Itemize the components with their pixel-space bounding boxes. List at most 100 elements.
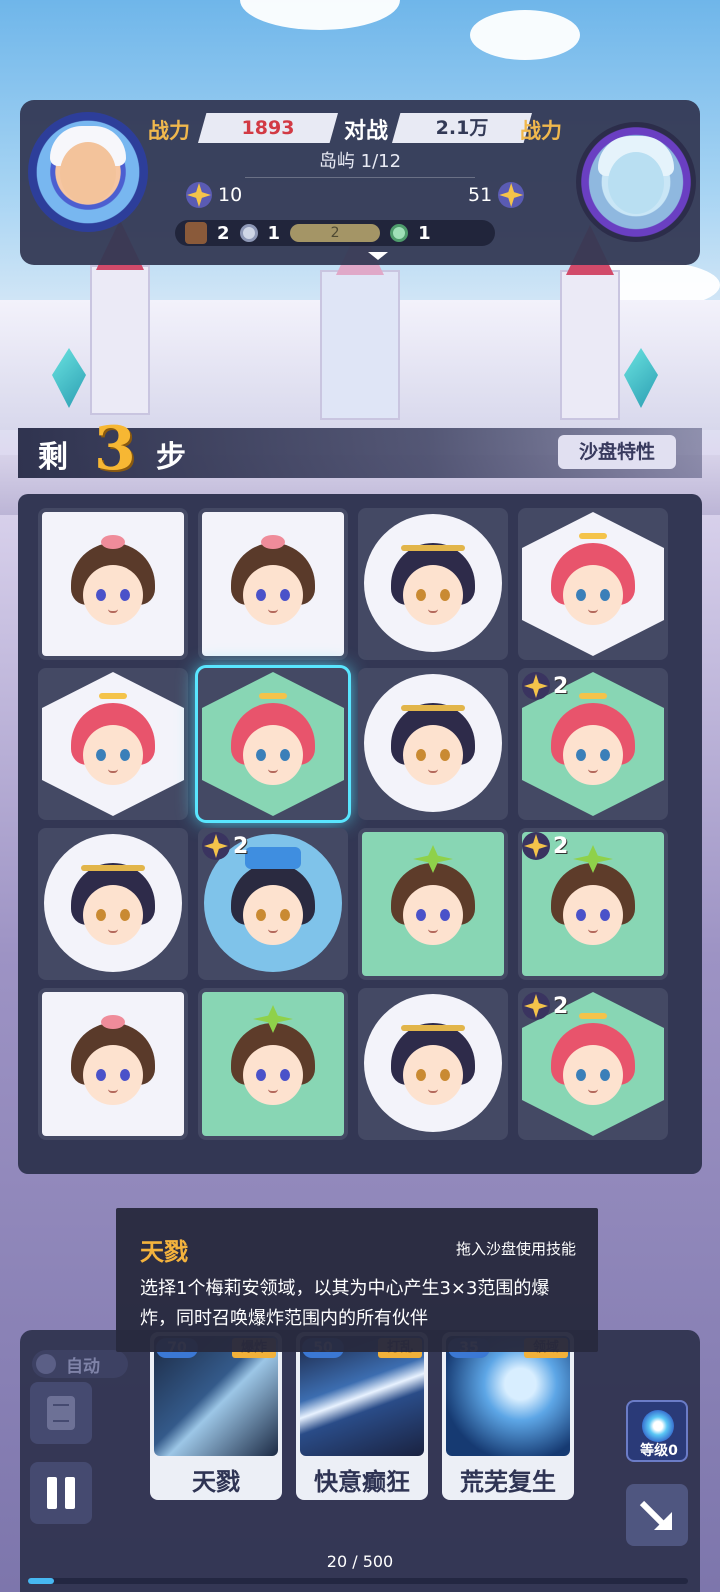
- player-power-value: 1893: [198, 113, 338, 143]
- level-label: 等级0: [640, 1443, 678, 1459]
- tooltip-description: 选择1个梅莉安领域，以其为中心产生3×3范围的爆炸，同时召唤爆炸范围内的所有伙伴: [140, 1278, 550, 1329]
- board-tile[interactable]: [38, 828, 188, 980]
- character-dark-icon: [71, 863, 155, 949]
- energy-readout: 20 / 500: [326, 1552, 394, 1571]
- character-dark-icon: [391, 1023, 475, 1109]
- board-tile[interactable]: [38, 508, 188, 660]
- character-bow-icon: [71, 535, 155, 629]
- character-dark-icon: [391, 543, 475, 629]
- tile-level: 2: [553, 833, 569, 859]
- energy-bar: [28, 1578, 688, 1584]
- energy-bar-fill: [28, 1578, 55, 1584]
- board-tile[interactable]: [518, 508, 668, 660]
- character-bow-icon: [231, 535, 315, 629]
- board-tile[interactable]: 2: [518, 988, 668, 1140]
- divider: [245, 177, 475, 178]
- opponent-star-value: 51: [468, 184, 493, 206]
- player-star-value: 10: [218, 184, 243, 206]
- skill-card-3[interactable]: 35 领域 荒芜复生: [442, 1332, 574, 1500]
- grey-badge-icon: [239, 224, 258, 242]
- player-star-count: 10: [186, 182, 242, 208]
- tile-level-badge: 2: [522, 672, 568, 700]
- collapse-handle-icon[interactable]: [368, 252, 388, 260]
- battle-header: 战力 1893 对战 2.1万 战力 岛屿 1/12 10 51 2 1 2 1: [20, 100, 700, 265]
- castle-tower: [320, 270, 400, 420]
- tile-level: 2: [553, 993, 569, 1019]
- castle-tower: [560, 270, 620, 420]
- board-tile[interactable]: [198, 508, 348, 660]
- character-bow-icon: [71, 1015, 155, 1109]
- avatar-face: [608, 152, 664, 214]
- board-tile[interactable]: [358, 508, 508, 660]
- tile-level-badge: 2: [522, 832, 568, 860]
- skill-name: 天戮: [192, 1467, 240, 1496]
- player-power-label: 战力: [148, 119, 190, 143]
- orb-icon: [642, 1410, 674, 1442]
- tile-level-badge: 2: [202, 832, 248, 860]
- avatar-face: [60, 142, 116, 204]
- skill-card-2[interactable]: 50 打乱 快意癫狂: [296, 1332, 428, 1500]
- steps-count: 3: [94, 414, 136, 484]
- character-pink-icon: [551, 1013, 635, 1109]
- board-tile[interactable]: [358, 668, 508, 820]
- opponent-avatar[interactable]: [576, 122, 696, 242]
- tile-level: 2: [553, 673, 569, 699]
- auto-label: 自动: [66, 1356, 100, 1377]
- board-tile[interactable]: [198, 668, 348, 820]
- board-tile[interactable]: 2: [518, 828, 668, 980]
- character-star-icon: [391, 845, 475, 949]
- skill-tooltip: 天戮 拖入沙盘使用技能 选择1个梅莉安领域，以其为中心产生3×3范围的爆炸，同时…: [116, 1208, 598, 1352]
- tooltip-title: 天戮: [140, 1238, 188, 1266]
- opponent-power-label: 战力: [520, 119, 562, 143]
- cloud: [240, 0, 400, 30]
- log-button[interactable]: [30, 1382, 92, 1444]
- skill-name: 快意癫狂: [314, 1467, 410, 1496]
- star-icon: [186, 182, 212, 208]
- arrow-down-right-icon: [642, 1500, 672, 1530]
- sandbox-board: 2 2 2 2: [18, 494, 702, 1174]
- character-star-icon: [231, 1005, 315, 1109]
- tally-bar: 2: [290, 224, 381, 242]
- board-tile[interactable]: [38, 988, 188, 1140]
- document-icon: [47, 1396, 75, 1430]
- steps-prefix: 剩: [38, 440, 68, 475]
- end-turn-button[interactable]: [626, 1484, 688, 1546]
- star-icon: [202, 832, 230, 860]
- board-tile[interactable]: [358, 988, 508, 1140]
- tile-level: 2: [233, 833, 249, 859]
- character-pink-icon: [551, 693, 635, 789]
- board-tile[interactable]: [198, 988, 348, 1140]
- steps-suffix: 步: [156, 440, 186, 475]
- cloud: [470, 10, 580, 60]
- grey-count: 1: [267, 222, 281, 244]
- steps-bar: 剩 3 步 沙盘特性: [18, 414, 702, 484]
- board-tile[interactable]: [358, 828, 508, 980]
- character-pink-icon: [551, 533, 635, 629]
- skill-name: 荒芜复生: [460, 1467, 556, 1496]
- skill-card-1[interactable]: 70 爆炸 天戮: [150, 1332, 282, 1500]
- opponent-power-value: 2.1万: [392, 113, 532, 143]
- opponent-star-count: 51: [468, 182, 525, 208]
- tile-level-badge: 2: [522, 992, 568, 1020]
- board-tile[interactable]: 2: [198, 828, 348, 980]
- board-tile[interactable]: 2: [518, 668, 668, 820]
- board-tile[interactable]: [38, 668, 188, 820]
- auto-toggle[interactable]: 自动: [32, 1350, 128, 1378]
- green-badge-icon: [390, 224, 409, 242]
- level-button[interactable]: 等级0: [626, 1400, 688, 1462]
- island-progress: 岛屿 1/12: [318, 151, 402, 172]
- character-pink-icon: [231, 693, 315, 789]
- board-traits-button[interactable]: 沙盘特性: [558, 435, 676, 469]
- player-avatar[interactable]: [28, 112, 148, 232]
- hero-portrait-icon: [185, 222, 207, 244]
- star-icon: [522, 992, 550, 1020]
- castle-tower: [90, 265, 150, 415]
- toggle-knob: [36, 1354, 56, 1374]
- character-dark-icon: [391, 703, 475, 789]
- pause-icon: [47, 1477, 75, 1509]
- hero-count: 2: [217, 222, 230, 244]
- pause-button[interactable]: [30, 1462, 92, 1524]
- green-count: 1: [418, 222, 431, 244]
- unit-tally: 2 1 2 1: [175, 220, 495, 246]
- character-star-icon: [551, 845, 635, 949]
